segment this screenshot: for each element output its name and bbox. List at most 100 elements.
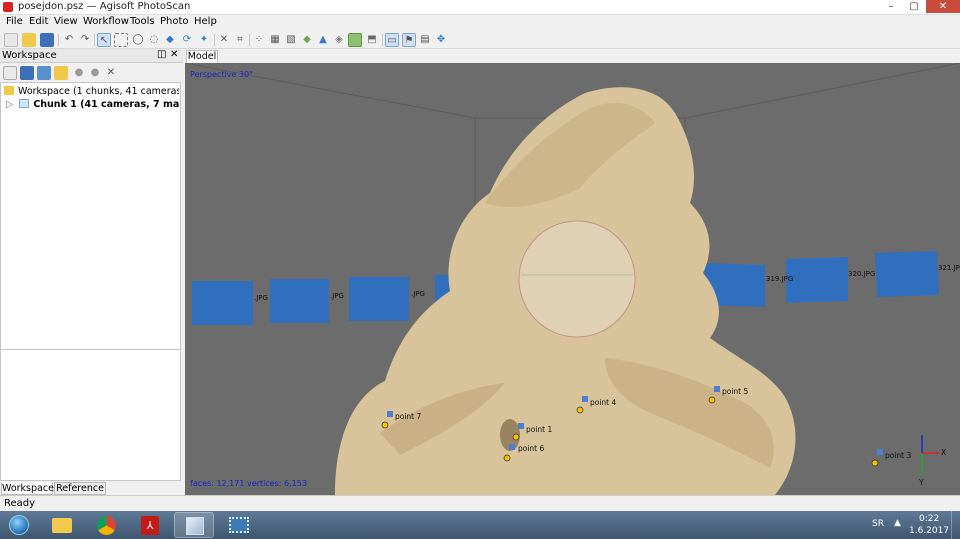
add-folder-icon[interactable]	[37, 66, 51, 80]
show-desktop-button[interactable]	[951, 511, 960, 539]
camera-label: .JPG	[411, 290, 425, 298]
show-cameras-icon[interactable]: ▭	[385, 33, 399, 47]
workspace-toolbar: ● ● ✕	[0, 64, 183, 82]
camera-label: 319.JPG	[766, 275, 793, 283]
film-icon	[229, 517, 249, 533]
float-panel-icon[interactable]: ◫	[157, 49, 166, 60]
menu-bar: File Edit View Workflow Tools Photo Help	[0, 15, 960, 31]
circle-selection-icon[interactable]: ◯	[131, 33, 145, 47]
marker-label[interactable]: point 5	[722, 387, 749, 396]
enable-icon[interactable]: ●	[72, 66, 86, 80]
open-folder-icon[interactable]	[22, 33, 36, 47]
menu-help[interactable]: Help	[194, 16, 217, 27]
main-toolbar: ↶ ↷ ↖ ◯ ◌ ◆ ⟳ ✦ ✕ ⌗ ⁘ ▦ ▧ ◆ ▲ ◈ ⬒ ▭ ⚑ ▤ …	[0, 31, 960, 49]
free-form-selection-icon[interactable]: ◌	[147, 33, 161, 47]
point-cloud-icon[interactable]: ⁘	[252, 33, 266, 47]
axis-y-label: Y	[918, 478, 924, 487]
windows-logo-icon	[9, 515, 29, 535]
tree-item-workspace[interactable]: Workspace (1 chunks, 41 cameras)	[1, 85, 179, 98]
toolbar-separator	[94, 34, 95, 46]
camera-plane	[349, 277, 409, 321]
redo-icon[interactable]: ↷	[78, 33, 92, 47]
taskbar-acrobat-button[interactable]: ⅄	[130, 512, 170, 538]
dense-cloud-icon[interactable]: ▦	[268, 33, 282, 47]
title-bar: posejdon.psz — Agisoft PhotoScan – ▢ ✕	[0, 0, 960, 15]
show-markers-icon[interactable]: ⚑	[402, 33, 416, 47]
menu-file[interactable]: File	[6, 16, 23, 27]
add-chunk-icon[interactable]	[3, 66, 17, 80]
scene-svg: .JPG .JPG .JPG 319.JPG 320.JPG 321.JPG p…	[185, 63, 960, 495]
camera-plane	[786, 257, 848, 303]
show-grid-icon[interactable]: ▤	[418, 33, 432, 47]
menu-workflow[interactable]: Workflow	[83, 16, 129, 27]
minimize-button[interactable]: –	[880, 0, 902, 13]
workspace-panel: Workspace ◫ ✕ ● ● ✕ Workspace (1 chunks,…	[0, 49, 183, 495]
undo-icon[interactable]: ↶	[62, 33, 76, 47]
tree-item-workspace-label: Workspace (1 chunks, 41 cameras)	[18, 86, 179, 97]
taskbar-chrome-button[interactable]	[86, 512, 126, 538]
remove-items-icon[interactable]: ✕	[104, 66, 118, 80]
rectangle-selection-icon[interactable]	[114, 33, 128, 47]
menu-view[interactable]: View	[54, 16, 78, 27]
tree-item-chunk-1[interactable]: ▷ Chunk 1 (41 cameras, 7 markers, 9,790	[1, 98, 179, 111]
delete-selection-icon[interactable]: ✕	[217, 33, 231, 47]
menu-photo[interactable]: Photo	[160, 16, 189, 27]
tab-model[interactable]: Model	[186, 50, 218, 63]
rotate-region-icon[interactable]: ✦	[197, 33, 211, 47]
tree-item-chunk-label: Chunk 1 (41 cameras, 7 markers, 9,790	[33, 99, 179, 110]
disable-icon[interactable]: ●	[88, 66, 102, 80]
marker-label[interactable]: point 7	[395, 412, 422, 421]
taskbar-explorer-button[interactable]	[42, 512, 82, 538]
workspace-tree: Workspace (1 chunks, 41 cameras) ▷ Chunk…	[0, 82, 181, 380]
new-project-icon[interactable]	[4, 33, 18, 47]
camera-label: .JPG	[330, 292, 344, 300]
close-button[interactable]: ✕	[926, 0, 960, 13]
properties-pane	[0, 349, 181, 481]
camera-label: 320.JPG	[848, 270, 875, 278]
tab-workspace[interactable]: Workspace	[1, 482, 54, 495]
tab-reference[interactable]: Reference	[54, 482, 106, 495]
add-marker-icon[interactable]	[54, 66, 68, 80]
status-text: Ready	[4, 498, 36, 509]
window-title: posejdon.psz — Agisoft PhotoScan	[18, 1, 191, 12]
clock-date[interactable]: 1.6.2017	[909, 526, 949, 536]
wireframe-model-icon[interactable]: ▲	[316, 33, 330, 47]
camera-label: .JPG	[254, 294, 268, 302]
marker-flag-icon	[871, 449, 883, 467]
taskbar-photoscan-button[interactable]	[174, 512, 214, 538]
shaded-model-icon[interactable]: ▧	[284, 33, 298, 47]
toolbar-separator	[214, 34, 215, 46]
move-region-icon[interactable]: ◆	[163, 33, 177, 47]
menu-tools[interactable]: Tools	[130, 16, 155, 27]
maximize-button[interactable]: ▢	[903, 0, 925, 13]
tray-expand-icon[interactable]: ▲	[894, 518, 901, 528]
toolbar-separator	[249, 34, 250, 46]
marker-label[interactable]: point 4	[590, 398, 617, 407]
textured-model-icon[interactable]: ◈	[332, 33, 346, 47]
taskbar-media-button[interactable]	[218, 512, 258, 538]
projection-label: Perspective 30°	[190, 70, 253, 79]
marker-label[interactable]: point 3	[885, 451, 912, 460]
navigation-icon[interactable]: ↖	[97, 33, 111, 47]
menu-edit[interactable]: Edit	[29, 16, 48, 27]
crop-selection-icon[interactable]: ⌗	[233, 33, 247, 47]
show-region-icon[interactable]: ⬒	[365, 33, 379, 47]
resize-region-icon[interactable]: ⟳	[180, 33, 194, 47]
close-panel-icon[interactable]: ✕	[170, 49, 178, 60]
start-button[interactable]	[2, 511, 36, 539]
model-stats: faces: 12,171 vertices: 6,153	[190, 479, 307, 488]
status-bar: Ready	[0, 495, 960, 511]
save-icon[interactable]	[40, 33, 54, 47]
tiled-model-icon[interactable]	[348, 33, 362, 47]
clock-time[interactable]: 0:22	[919, 514, 939, 524]
app-icon	[3, 2, 13, 12]
add-photos-icon[interactable]	[20, 66, 34, 80]
solid-model-icon[interactable]: ◆	[300, 33, 314, 47]
model-viewport[interactable]: .JPG .JPG .JPG 319.JPG 320.JPG 321.JPG p…	[185, 63, 960, 495]
marker-label[interactable]: point 1	[526, 425, 553, 434]
marker-label[interactable]: point 6	[518, 444, 545, 453]
expand-arrow-icon[interactable]: ▷	[6, 98, 14, 111]
reset-view-icon[interactable]: ✥	[434, 33, 448, 47]
camera-plane	[875, 251, 939, 297]
language-indicator[interactable]: SR	[872, 519, 884, 529]
